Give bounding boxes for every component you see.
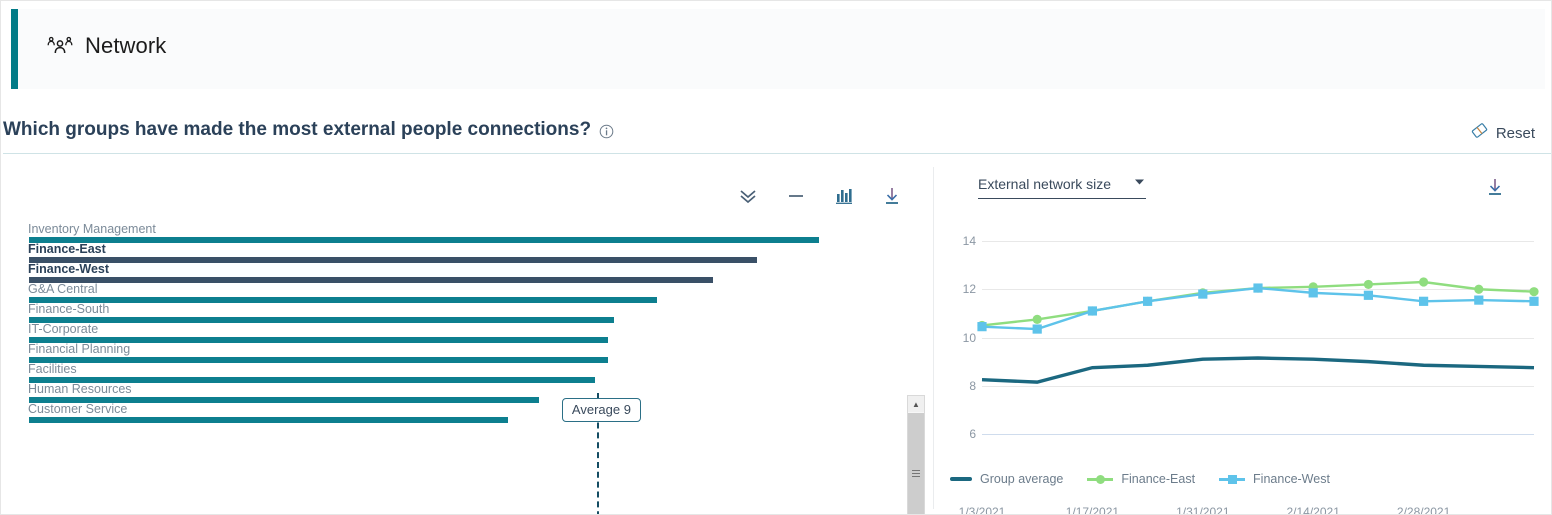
series-marker[interactable] xyxy=(1032,314,1042,325)
legend-label: Finance-East xyxy=(1121,472,1196,486)
line-chart-plot: 6 8 10 12 14 1/3/2021 1/17/2021 1/31/2021 2/14/2… xyxy=(952,229,1539,514)
series-marker[interactable] xyxy=(1363,279,1373,290)
people-network-icon xyxy=(46,34,74,58)
download-icon[interactable] xyxy=(880,184,904,208)
metric-dropdown-label: External network size xyxy=(978,176,1112,192)
header-accent-bar xyxy=(11,9,18,89)
x-axis-tick: 1/17/2021 xyxy=(1065,505,1120,515)
bar-chart-icon[interactable] xyxy=(832,184,856,208)
page-header xyxy=(11,9,1545,89)
bar-category-label: Finance-South xyxy=(28,302,110,316)
series-marker[interactable] xyxy=(1253,283,1263,293)
bar-category-label: Inventory Management xyxy=(28,223,156,236)
bar-row[interactable]: Facilities xyxy=(19,362,899,383)
average-tooltip: Average 9 xyxy=(561,398,641,422)
bar-category-label: Human Resources xyxy=(28,382,132,396)
series-marker[interactable] xyxy=(1474,284,1484,294)
info-circle-icon[interactable] xyxy=(599,124,614,139)
line-series-group xyxy=(977,277,1539,384)
metric-dropdown[interactable]: External network size xyxy=(978,175,1146,199)
legend-swatch xyxy=(1219,474,1246,484)
bar-row[interactable]: Inventory Management xyxy=(19,223,899,243)
series-marker[interactable] xyxy=(1032,324,1042,334)
bar-row[interactable]: Finance-South xyxy=(19,302,899,323)
legend-item[interactable]: Finance-West xyxy=(1219,472,1330,486)
reset-button[interactable]: Reset xyxy=(1470,121,1535,145)
x-axis-tick: 1/31/2021 xyxy=(1176,505,1230,515)
series-marker[interactable] xyxy=(977,322,987,332)
bar-category-label: Finance-East xyxy=(28,242,106,256)
bar-chart-toolbar xyxy=(736,179,911,213)
scrollbar-grip-icon xyxy=(912,468,920,479)
question-divider xyxy=(3,153,1551,154)
x-axis-tick: 2/14/2021 xyxy=(1286,505,1340,515)
bar-row[interactable]: Customer Service xyxy=(19,402,899,423)
bar-category-label: Finance-West xyxy=(28,262,110,276)
expand-chevrons-icon[interactable] xyxy=(736,184,760,208)
reset-label: Reset xyxy=(1495,124,1535,142)
series-marker[interactable] xyxy=(1529,287,1539,297)
bar-value[interactable] xyxy=(29,417,509,423)
question-row: Which groups have made the most external… xyxy=(1,113,1551,155)
bar-category-label: Facilities xyxy=(28,362,77,376)
bar-row[interactable]: IT-Corporate xyxy=(19,322,899,343)
bar-category-label: G&A Central xyxy=(28,282,98,296)
question-text: Which groups have made the most external… xyxy=(3,119,592,140)
bar-row[interactable]: G&A Central xyxy=(19,282,899,303)
series-marker[interactable] xyxy=(1419,277,1429,287)
series-marker[interactable] xyxy=(1474,295,1484,305)
x-axis-tick: 1/3/2021 xyxy=(958,505,1006,515)
scroll-up-arrow-icon[interactable]: ▲ xyxy=(908,396,924,412)
legend-item[interactable]: Finance-East xyxy=(1087,472,1195,486)
network-dashboard: Network Which groups have made the most … xyxy=(0,0,1552,515)
series-marker[interactable] xyxy=(1087,306,1097,316)
bar-row[interactable]: Finance-West xyxy=(19,262,899,283)
series-marker[interactable] xyxy=(1198,289,1208,299)
legend-label: Finance-West xyxy=(1253,472,1330,486)
page-title: Network xyxy=(85,33,167,58)
line-chart-panel: External network size 6 8 10 12 14 1/3/2021 1/… xyxy=(933,167,1546,514)
legend-item[interactable]: Group average xyxy=(950,472,1063,486)
bar-row[interactable]: Human Resources xyxy=(19,382,899,403)
series-marker[interactable] xyxy=(1308,288,1318,298)
legend-swatch xyxy=(950,477,972,481)
bar-category-label: Customer Service xyxy=(28,402,128,416)
series-marker[interactable] xyxy=(1419,296,1429,306)
bar-row[interactable]: Finance-East xyxy=(19,242,899,263)
collapse-dash-icon[interactable] xyxy=(784,184,808,208)
bar-chart-plot: Inventory Management Finance-East Finance-… xyxy=(19,223,899,426)
series-marker[interactable] xyxy=(1143,296,1153,306)
legend-label: Group average xyxy=(980,472,1064,486)
line-chart-legend: Group average Finance-East Finance-West xyxy=(950,472,1330,486)
line-chart-download-icon[interactable] xyxy=(1484,176,1508,200)
bar-row[interactable]: Financial Planning xyxy=(19,342,899,363)
series-line[interactable] xyxy=(981,286,1535,331)
bar-chart-scrollbar[interactable]: ▲ ▼ xyxy=(907,395,925,514)
series-line[interactable] xyxy=(981,356,1535,384)
legend-swatch xyxy=(1087,474,1114,484)
bar-chart-panel: Inventory Management Finance-East Finance-… xyxy=(11,167,925,514)
scrollbar-thumb[interactable] xyxy=(908,413,924,514)
x-axis-tick: 2/28/2021 xyxy=(1396,505,1451,515)
series-marker[interactable] xyxy=(1363,290,1373,300)
bar-category-label: IT-Corporate xyxy=(28,322,99,336)
bar-category-label: Financial Planning xyxy=(28,342,131,356)
eraser-icon xyxy=(1470,121,1489,145)
chevron-down-icon xyxy=(1133,175,1146,193)
series-marker[interactable] xyxy=(1529,296,1539,306)
